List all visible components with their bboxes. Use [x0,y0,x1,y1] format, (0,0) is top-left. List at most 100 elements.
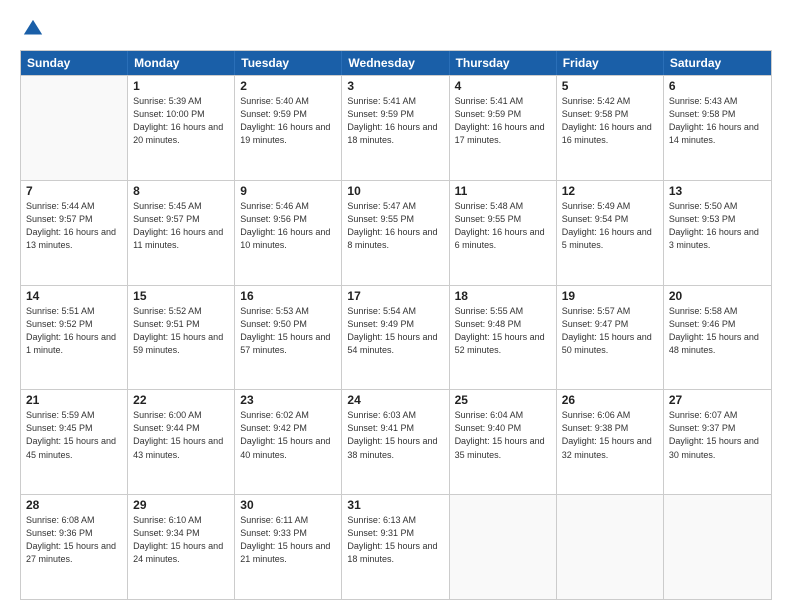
header-cell-wednesday: Wednesday [342,51,449,75]
day-info: Sunrise: 5:57 AM Sunset: 9:47 PM Dayligh… [562,305,658,357]
header-cell-friday: Friday [557,51,664,75]
day-cell-31: 31 Sunrise: 6:13 AM Sunset: 9:31 PM Dayli… [342,495,449,599]
day-info: Sunrise: 5:53 AM Sunset: 9:50 PM Dayligh… [240,305,336,357]
day-cell-empty [450,495,557,599]
day-info: Sunrise: 6:13 AM Sunset: 9:31 PM Dayligh… [347,514,443,566]
day-info: Sunrise: 5:47 AM Sunset: 9:55 PM Dayligh… [347,200,443,252]
calendar-row-1: 1 Sunrise: 5:39 AM Sunset: 10:00 PM Dayli… [21,75,771,180]
day-number: 5 [562,79,658,93]
day-cell-5: 5 Sunrise: 5:42 AM Sunset: 9:58 PM Daylig… [557,76,664,180]
day-number: 18 [455,289,551,303]
day-number: 24 [347,393,443,407]
day-cell-17: 17 Sunrise: 5:54 AM Sunset: 9:49 PM Dayli… [342,286,449,390]
day-cell-30: 30Sunrise: 6:11 AM Sunset: 9:33 PM Dayli… [235,495,342,599]
day-cell-15: 15Sunrise: 5:52 AM Sunset: 9:51 PM Dayli… [128,286,235,390]
day-number: 7 [26,184,122,198]
day-info: Sunrise: 6:10 AM Sunset: 9:34 PM Dayligh… [133,514,229,566]
day-info: Sunrise: 6:00 AM Sunset: 9:44 PM Dayligh… [133,409,229,461]
day-cell-28: 28 Sunrise: 6:08 AM Sunset: 9:36 PM Dayli… [21,495,128,599]
header-cell-thursday: Thursday [450,51,557,75]
day-info: Sunrise: 5:50 AM Sunset: 9:53 PM Dayligh… [669,200,766,252]
day-number: 8 [133,184,229,198]
day-number: 6 [669,79,766,93]
day-cell-empty [557,495,664,599]
calendar-body: 1 Sunrise: 5:39 AM Sunset: 10:00 PM Dayli… [21,75,771,599]
day-info: Sunrise: 6:07 AM Sunset: 9:37 PM Dayligh… [669,409,766,461]
day-number: 10 [347,184,443,198]
day-number: 12 [562,184,658,198]
header [20,18,772,40]
day-cell-empty [664,495,771,599]
day-number: 13 [669,184,766,198]
day-info: Sunrise: 5:55 AM Sunset: 9:48 PM Dayligh… [455,305,551,357]
day-number: 14 [26,289,122,303]
calendar-row-2: 7 Sunrise: 5:44 AM Sunset: 9:57 PM Daylig… [21,180,771,285]
logo-icon [22,18,44,40]
day-info: Sunrise: 5:40 AM Sunset: 9:59 PM Dayligh… [240,95,336,147]
day-cell-27: 27Sunrise: 6:07 AM Sunset: 9:37 PM Dayli… [664,390,771,494]
day-cell-13: 13 Sunrise: 5:50 AM Sunset: 9:53 PM Dayli… [664,181,771,285]
logo [20,18,44,40]
day-info: Sunrise: 5:41 AM Sunset: 9:59 PM Dayligh… [455,95,551,147]
day-info: Sunrise: 5:42 AM Sunset: 9:58 PM Dayligh… [562,95,658,147]
day-number: 23 [240,393,336,407]
day-info: Sunrise: 5:45 AM Sunset: 9:57 PM Dayligh… [133,200,229,252]
calendar: SundayMondayTuesdayWednesdayThursdayFrid… [20,50,772,600]
day-cell-18: 18 Sunrise: 5:55 AM Sunset: 9:48 PM Dayli… [450,286,557,390]
day-number: 2 [240,79,336,93]
day-info: Sunrise: 5:44 AM Sunset: 9:57 PM Dayligh… [26,200,122,252]
day-number: 20 [669,289,766,303]
day-info: Sunrise: 5:54 AM Sunset: 9:49 PM Dayligh… [347,305,443,357]
day-number: 31 [347,498,443,512]
day-info: Sunrise: 5:59 AM Sunset: 9:45 PM Dayligh… [26,409,122,461]
day-info: Sunrise: 5:48 AM Sunset: 9:55 PM Dayligh… [455,200,551,252]
day-cell-12: 12 Sunrise: 5:49 AM Sunset: 9:54 PM Dayli… [557,181,664,285]
day-info: Sunrise: 5:58 AM Sunset: 9:46 PM Dayligh… [669,305,766,357]
day-info: Sunrise: 6:08 AM Sunset: 9:36 PM Dayligh… [26,514,122,566]
header-cell-tuesday: Tuesday [235,51,342,75]
day-info: Sunrise: 6:11 AM Sunset: 9:33 PM Dayligh… [240,514,336,566]
day-cell-2: 2 Sunrise: 5:40 AM Sunset: 9:59 PM Daylig… [235,76,342,180]
day-info: Sunrise: 5:39 AM Sunset: 10:00 PM Daylig… [133,95,229,147]
calendar-row-4: 21Sunrise: 5:59 AM Sunset: 9:45 PM Dayli… [21,389,771,494]
day-cell-6: 6 Sunrise: 5:43 AM Sunset: 9:58 PM Daylig… [664,76,771,180]
day-number: 9 [240,184,336,198]
day-info: Sunrise: 6:04 AM Sunset: 9:40 PM Dayligh… [455,409,551,461]
day-info: Sunrise: 5:51 AM Sunset: 9:52 PM Dayligh… [26,305,122,357]
day-number: 3 [347,79,443,93]
day-cell-21: 21Sunrise: 5:59 AM Sunset: 9:45 PM Dayli… [21,390,128,494]
day-cell-29: 29 Sunrise: 6:10 AM Sunset: 9:34 PM Dayli… [128,495,235,599]
header-cell-sunday: Sunday [21,51,128,75]
day-number: 26 [562,393,658,407]
page: SundayMondayTuesdayWednesdayThursdayFrid… [0,0,792,612]
day-cell-19: 19 Sunrise: 5:57 AM Sunset: 9:47 PM Dayli… [557,286,664,390]
header-cell-monday: Monday [128,51,235,75]
day-info: Sunrise: 5:49 AM Sunset: 9:54 PM Dayligh… [562,200,658,252]
day-cell-9: 9 Sunrise: 5:46 AM Sunset: 9:56 PM Daylig… [235,181,342,285]
calendar-row-3: 14 Sunrise: 5:51 AM Sunset: 9:52 PM Dayli… [21,285,771,390]
day-cell-25: 25 Sunrise: 6:04 AM Sunset: 9:40 PM Dayli… [450,390,557,494]
day-info: Sunrise: 5:41 AM Sunset: 9:59 PM Dayligh… [347,95,443,147]
day-cell-11: 11 Sunrise: 5:48 AM Sunset: 9:55 PM Dayli… [450,181,557,285]
day-number: 17 [347,289,443,303]
day-cell-8: 8 Sunrise: 5:45 AM Sunset: 9:57 PM Daylig… [128,181,235,285]
day-number: 25 [455,393,551,407]
calendar-row-5: 28 Sunrise: 6:08 AM Sunset: 9:36 PM Dayli… [21,494,771,599]
day-cell-1: 1 Sunrise: 5:39 AM Sunset: 10:00 PM Dayli… [128,76,235,180]
day-number: 11 [455,184,551,198]
day-cell-empty [21,76,128,180]
day-number: 19 [562,289,658,303]
day-number: 15 [133,289,229,303]
day-info: Sunrise: 6:06 AM Sunset: 9:38 PM Dayligh… [562,409,658,461]
day-cell-26: 26 Sunrise: 6:06 AM Sunset: 9:38 PM Dayli… [557,390,664,494]
day-number: 1 [133,79,229,93]
day-cell-20: 20 Sunrise: 5:58 AM Sunset: 9:46 PM Dayli… [664,286,771,390]
day-info: Sunrise: 6:02 AM Sunset: 9:42 PM Dayligh… [240,409,336,461]
day-number: 28 [26,498,122,512]
day-info: Sunrise: 5:46 AM Sunset: 9:56 PM Dayligh… [240,200,336,252]
day-number: 4 [455,79,551,93]
day-cell-4: 4 Sunrise: 5:41 AM Sunset: 9:59 PM Daylig… [450,76,557,180]
day-number: 29 [133,498,229,512]
day-info: Sunrise: 5:43 AM Sunset: 9:58 PM Dayligh… [669,95,766,147]
day-cell-23: 23 Sunrise: 6:02 AM Sunset: 9:42 PM Dayli… [235,390,342,494]
